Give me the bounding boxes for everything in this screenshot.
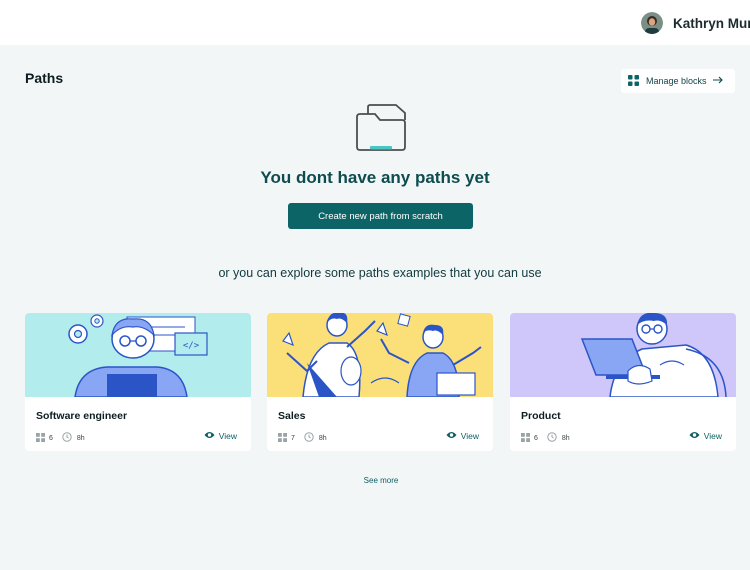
path-card-software-engineer[interactable]: </> Software engineer 6 8h View bbox=[25, 313, 251, 451]
empty-state-title: You dont have any paths yet bbox=[260, 168, 490, 187]
top-bar: Kathryn Murphy bbox=[0, 0, 750, 45]
view-label: View bbox=[703, 431, 722, 441]
duration: 8h bbox=[318, 434, 327, 442]
user-name: Kathryn Murphy bbox=[673, 15, 750, 31]
view-label: View bbox=[218, 431, 237, 441]
blocks-icon bbox=[278, 432, 287, 444]
blocks-icon bbox=[521, 432, 530, 444]
card-meta: 6 8h bbox=[521, 432, 570, 444]
grid-icon bbox=[628, 74, 639, 88]
view-button[interactable]: View bbox=[204, 431, 237, 441]
clock-icon bbox=[62, 432, 72, 444]
view-button[interactable]: View bbox=[446, 431, 479, 441]
blocks-count: 6 bbox=[534, 434, 538, 442]
blocks-count: 6 bbox=[49, 434, 53, 442]
explore-text: or you can explore some paths examples t… bbox=[218, 266, 542, 280]
eye-icon bbox=[446, 431, 457, 441]
card-meta: 6 8h bbox=[36, 432, 85, 444]
blocks-icon bbox=[36, 432, 45, 444]
page-title: Paths bbox=[25, 70, 64, 86]
arrow-right-icon bbox=[712, 76, 723, 86]
product-illustration bbox=[510, 313, 736, 397]
duration: 8h bbox=[76, 434, 85, 442]
user-avatar[interactable] bbox=[641, 12, 663, 34]
manage-blocks-label: Manage blocks bbox=[646, 76, 707, 86]
user-menu[interactable]: Kathryn Murphy bbox=[641, 12, 750, 34]
see-more-link[interactable]: See more bbox=[0, 476, 750, 485]
clock-icon bbox=[304, 432, 314, 444]
card-title: Sales bbox=[278, 410, 306, 422]
eye-icon bbox=[689, 431, 700, 441]
blocks-count: 7 bbox=[291, 434, 295, 442]
path-card-product[interactable]: Product 6 8h View bbox=[510, 313, 736, 451]
manage-blocks-button[interactable]: Manage blocks bbox=[621, 69, 735, 93]
clock-icon bbox=[547, 432, 557, 444]
empty-folder-icon bbox=[354, 103, 408, 158]
card-title: Software engineer bbox=[36, 410, 128, 422]
duration: 8h bbox=[561, 434, 570, 442]
path-card-sales[interactable]: Sales 7 8h View bbox=[267, 313, 493, 451]
view-button[interactable]: View bbox=[689, 431, 722, 441]
card-meta: 7 8h bbox=[278, 432, 327, 444]
card-title: Product bbox=[521, 410, 561, 422]
software-engineer-illustration: </> bbox=[25, 313, 251, 397]
eye-icon bbox=[204, 431, 215, 441]
sales-illustration bbox=[267, 313, 493, 397]
view-label: View bbox=[460, 431, 479, 441]
create-path-button[interactable]: Create new path from scratch bbox=[288, 203, 473, 229]
svg-text:</>: </> bbox=[183, 341, 200, 351]
